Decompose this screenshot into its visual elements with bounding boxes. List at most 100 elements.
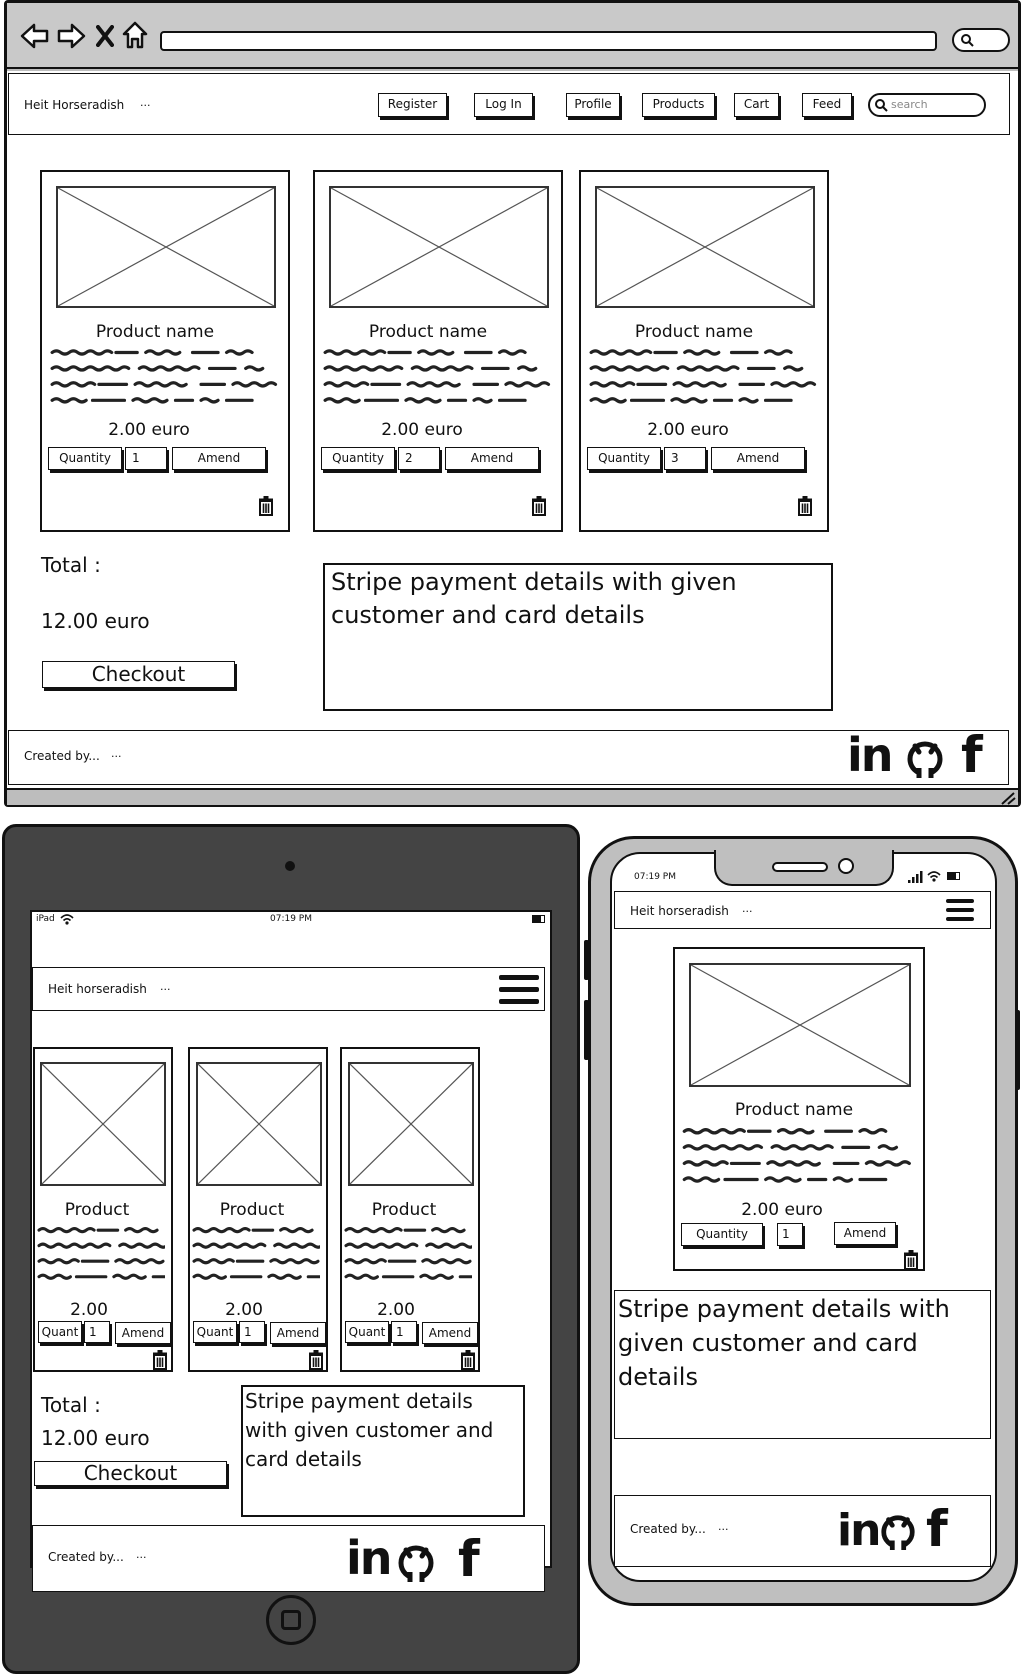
- trash-icon[interactable]: [460, 1350, 476, 1370]
- product-name: Product name: [734, 1100, 854, 1120]
- product-description: [37, 1227, 165, 1280]
- checkout-button[interactable]: Checkout: [34, 1461, 227, 1486]
- product-name: Product name: [634, 322, 754, 342]
- total-label: Total :: [41, 1393, 101, 1417]
- facebook-icon[interactable]: f: [458, 1530, 480, 1588]
- product-image: [196, 1062, 322, 1186]
- nav-brand[interactable]: Heit Horseradish: [24, 98, 124, 112]
- product-name: Product name: [95, 322, 215, 342]
- quantity-input[interactable]: 1: [239, 1321, 265, 1343]
- amend-button[interactable]: Amend: [834, 1222, 896, 1245]
- trash-icon[interactable]: [152, 1350, 168, 1370]
- stripe-text-line: Stripe payment details: [245, 1389, 473, 1413]
- forward-icon[interactable]: [56, 22, 86, 50]
- product-description: [323, 348, 557, 408]
- product-image: [56, 186, 276, 308]
- quantity-input[interactable]: 3: [664, 447, 706, 470]
- amend-button[interactable]: Amend: [445, 447, 539, 470]
- nav-brand-dots: ...: [160, 980, 171, 993]
- battery-icon: [532, 915, 545, 923]
- close-icon[interactable]: [96, 25, 114, 47]
- stripe-text-line: Stripe payment details with: [618, 1295, 950, 1323]
- facebook-icon[interactable]: f: [926, 1500, 948, 1558]
- footer-created-by: Created by...: [630, 1522, 706, 1536]
- product-description: [50, 348, 284, 408]
- hamburger-menu-icon[interactable]: [946, 897, 974, 923]
- footer-dots: ...: [111, 747, 122, 760]
- footer-dots: ...: [136, 1548, 147, 1561]
- facebook-icon[interactable]: f: [961, 726, 983, 784]
- linkedin-icon[interactable]: in: [346, 1531, 392, 1585]
- nav-feed-button[interactable]: Feed: [802, 93, 852, 117]
- trash-icon[interactable]: [903, 1250, 919, 1270]
- nav-register-button[interactable]: Register: [378, 93, 447, 117]
- quantity-label: Quant: [345, 1321, 389, 1343]
- quantity-label: Quantity: [681, 1223, 763, 1246]
- resize-handle-icon[interactable]: [1000, 791, 1016, 805]
- search-icon: [874, 98, 888, 112]
- trash-icon[interactable]: [531, 496, 547, 516]
- signal-icon: [908, 871, 924, 883]
- amend-button[interactable]: Amend: [422, 1322, 478, 1344]
- product-image: [595, 186, 815, 308]
- footer-created-by: Created by...: [48, 1550, 124, 1564]
- stripe-text-line: with given customer and: [245, 1418, 494, 1442]
- amend-button[interactable]: Amend: [115, 1322, 171, 1344]
- battery-icon: [947, 872, 960, 880]
- back-icon[interactable]: [20, 22, 50, 50]
- search-placeholder: search: [891, 98, 928, 111]
- product-price: 2.00: [70, 1300, 108, 1320]
- product-price: 2.00: [225, 1300, 263, 1320]
- tablet-status-left: iPad: [36, 914, 55, 924]
- product-price: 2.00 euro: [647, 420, 729, 440]
- hamburger-menu-icon[interactable]: [499, 973, 539, 1007]
- amend-button[interactable]: Amend: [172, 447, 266, 470]
- nav-search-input[interactable]: search: [868, 93, 986, 117]
- wifi-icon: [927, 871, 941, 882]
- product-image: [40, 1062, 166, 1186]
- nav-brand[interactable]: Heit horseradish: [48, 982, 147, 996]
- nav-cart-button[interactable]: Cart: [734, 93, 779, 117]
- nav-login-button[interactable]: Log In: [474, 93, 533, 117]
- quantity-input[interactable]: 1: [391, 1321, 417, 1343]
- trash-icon[interactable]: [258, 496, 274, 516]
- product-name: Product: [371, 1200, 437, 1220]
- github-icon[interactable]: [879, 1512, 917, 1550]
- product-image: [348, 1062, 474, 1186]
- nav-profile-button[interactable]: Profile: [566, 93, 620, 117]
- total-value: 12.00 euro: [41, 609, 150, 633]
- tablet-home-button[interactable]: [266, 1595, 316, 1645]
- amend-button[interactable]: Amend: [711, 447, 805, 470]
- quantity-input[interactable]: 1: [777, 1223, 803, 1246]
- checkout-button[interactable]: Checkout: [42, 661, 235, 688]
- quantity-label: Quantity: [321, 447, 395, 470]
- stripe-text-line: Stripe payment details with given: [331, 568, 737, 596]
- quantity-input[interactable]: 2: [398, 447, 440, 470]
- browser-search-button[interactable]: [952, 28, 1010, 52]
- product-name: Product: [219, 1200, 285, 1220]
- nav-brand[interactable]: Heit horseradish: [630, 904, 729, 918]
- phone-side-button: [584, 1000, 589, 1060]
- amend-button[interactable]: Amend: [270, 1322, 326, 1344]
- address-bar[interactable]: [160, 31, 937, 51]
- search-icon: [960, 33, 974, 47]
- quantity-label: Quant: [38, 1321, 82, 1343]
- quantity-input[interactable]: 1: [125, 447, 167, 470]
- trash-icon[interactable]: [308, 1350, 324, 1370]
- product-image: [329, 186, 549, 308]
- linkedin-icon[interactable]: in: [847, 728, 893, 782]
- phone-camera: [838, 858, 854, 874]
- product-price: 2.00 euro: [741, 1200, 823, 1220]
- trash-icon[interactable]: [797, 496, 813, 516]
- github-icon[interactable]: [905, 738, 945, 778]
- tablet-status-time: 07:19 PM: [270, 914, 312, 924]
- home-icon[interactable]: [121, 20, 149, 50]
- product-description: [192, 1227, 320, 1280]
- github-icon[interactable]: [396, 1542, 436, 1582]
- stripe-text-line: card details: [245, 1447, 362, 1471]
- nav-products-button[interactable]: Products: [642, 93, 715, 117]
- total-label: Total :: [41, 553, 101, 577]
- phone-speaker: [772, 862, 828, 872]
- linkedin-icon[interactable]: in: [837, 1505, 881, 1556]
- quantity-input[interactable]: 1: [84, 1321, 110, 1343]
